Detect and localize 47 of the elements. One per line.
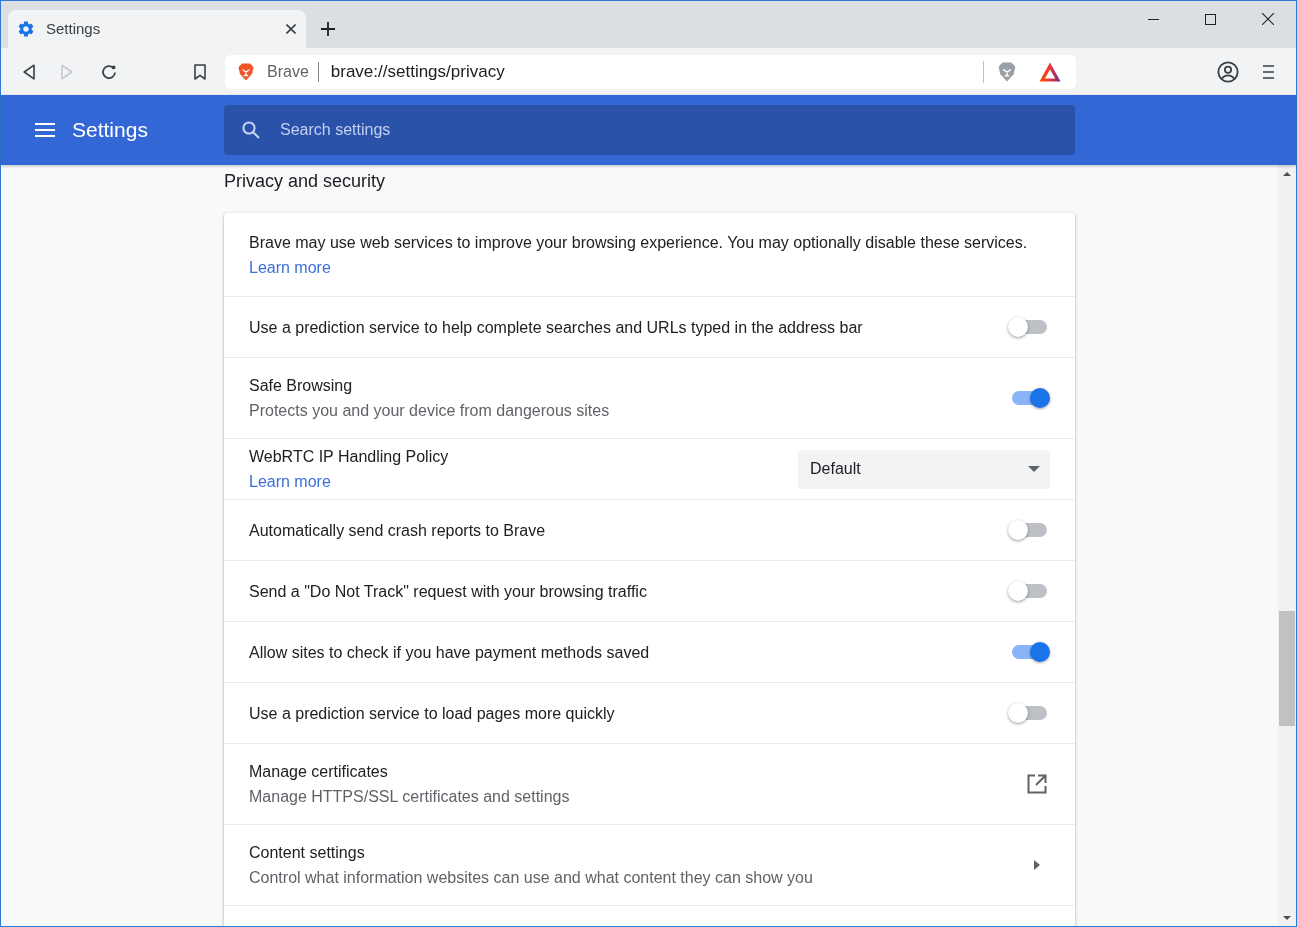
setting-label: Safe Browsing [249, 376, 353, 396]
section-title: Privacy and security [224, 170, 386, 193]
caret-right-icon[interactable] [1034, 860, 1040, 870]
setting-description: Control what information websites can use and what content they can show you [249, 868, 813, 888]
search-icon [242, 121, 260, 139]
setting-label: Use a prediction service to help complete searches and URLs typed in the address bar [249, 317, 863, 338]
dropdown[interactable]: Default [798, 449, 1050, 489]
scrollbar-thumb[interactable] [1279, 611, 1295, 726]
close-icon [286, 24, 296, 34]
scroll-up-icon[interactable] [1283, 171, 1291, 176]
shield-icon[interactable] [998, 61, 1016, 82]
url-text: brave://settings/privacy [330, 61, 505, 82]
setting-label: Use a prediction service to load pages more quickly [249, 703, 615, 724]
menu-icon [1262, 64, 1274, 79]
scroll-down-icon[interactable] [1283, 915, 1291, 920]
tab-title: Settings [46, 19, 102, 39]
reload-icon [101, 63, 117, 80]
address-bar[interactable]: Brave brave://settings/privacy [225, 54, 1076, 89]
setting-description: Protects you and your device from dangerous sites [249, 401, 610, 421]
setting-description: Manage HTTPS/SSL certificates and settings [249, 787, 570, 807]
gear-icon [18, 21, 34, 37]
caret-down-icon [1028, 466, 1040, 472]
back-icon [23, 63, 35, 80]
search-field[interactable]: Search settings [224, 105, 1075, 155]
account-icon [1217, 60, 1239, 83]
forward-icon [61, 63, 73, 80]
external-link-icon[interactable] [1027, 774, 1047, 794]
shield-icon [238, 62, 254, 81]
menu-icon[interactable] [35, 123, 55, 137]
setting-label: Send a "Do Not Track" request with your browsing traffic [249, 581, 647, 602]
site-label: Brave [267, 61, 309, 82]
page-title: Settings [72, 117, 148, 143]
bookmark-icon [194, 63, 206, 80]
setting-label: Content settings [249, 843, 365, 863]
setting-label: WebRTC IP Handling Policy [249, 447, 449, 467]
triangle-icon[interactable] [1039, 61, 1061, 82]
minimize-icon [1148, 18, 1159, 20]
plus-icon [321, 22, 335, 36]
maximize-icon [1205, 13, 1216, 25]
learn-more-link[interactable]: Learn more [249, 469, 331, 494]
setting-label: Automatically send crash reports to Brave [249, 520, 546, 541]
setting-label: Allow sites to check if you have payment methods saved [249, 642, 650, 663]
close-icon [1261, 13, 1274, 25]
setting-label: Manage certificates [249, 762, 388, 782]
learn-more-link[interactable]: Learn more [249, 254, 331, 280]
description-text: Brave may use web services to improve your browsing experience. You may optionally disable these services. [249, 232, 1028, 253]
tab[interactable]: Settings [8, 10, 306, 48]
